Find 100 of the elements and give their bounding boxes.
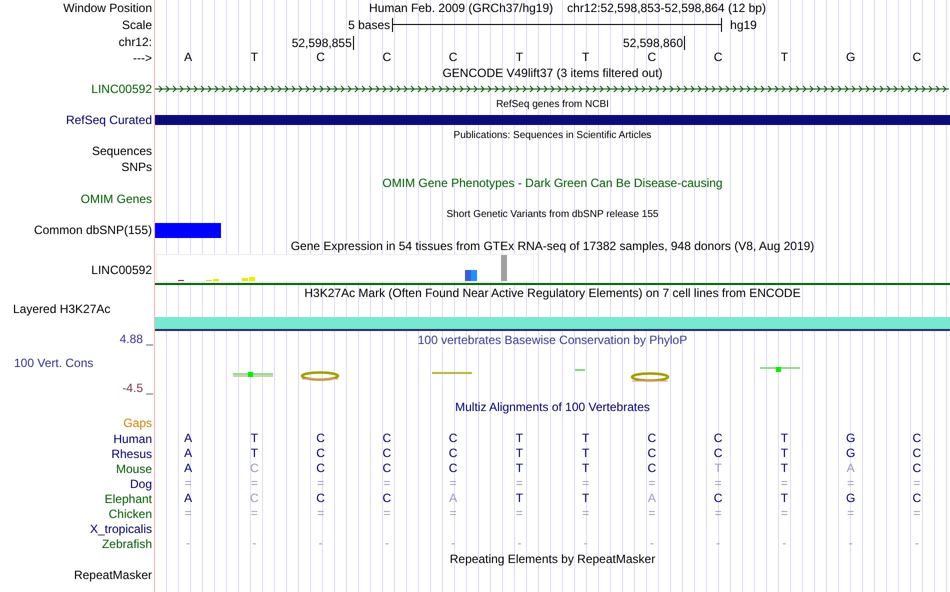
aligned-base: =	[514, 476, 524, 491]
aligned-base: =	[316, 506, 326, 521]
aligned-base: =	[846, 476, 856, 491]
track-label[interactable]: 100 Vert. Cons	[0, 356, 94, 370]
track-title: GENCODE V49lift37 (3 items filtered out)	[442, 66, 663, 80]
track-label[interactable]: X_tropicalis	[90, 522, 152, 536]
track-label[interactable]: Sequences	[92, 144, 152, 158]
aligned-base: C	[912, 461, 922, 476]
track-label[interactable]: RefSeq Curated	[66, 113, 152, 127]
aligned-base: C	[646, 431, 658, 446]
track-title: Multiz Alignments of 100 Vertebrates	[455, 400, 650, 414]
track-title: Repeating Elements by RepeatMasker	[450, 552, 656, 566]
track-label[interactable]: Layered H3K27Ac	[13, 302, 110, 316]
aligned-base: C	[315, 491, 326, 506]
base-letter: C	[315, 50, 326, 65]
track-label[interactable]: Elephant	[104, 492, 152, 506]
aligned-base: C	[912, 446, 922, 461]
track-label[interactable]: chr12:	[118, 34, 152, 48]
aligned-base: -	[914, 536, 920, 551]
aligned-base: T	[514, 431, 524, 446]
aligned-base: =	[184, 476, 193, 491]
aligned-base: T	[780, 446, 790, 461]
aligned-base: C	[712, 491, 724, 506]
track-label[interactable]: Zebrafish	[102, 536, 152, 550]
aligned-base: T	[250, 446, 260, 461]
track-title: RefSeq genes from NCBI	[496, 98, 609, 112]
aligned-base: A	[183, 446, 194, 461]
aligned-base: C	[382, 461, 392, 476]
aligned-base: C	[712, 431, 724, 446]
aligned-base: G	[844, 446, 856, 461]
base-letter: T	[580, 50, 590, 65]
aligned-base: =	[514, 506, 524, 521]
aligned-base: A	[646, 491, 657, 506]
signal-bar[interactable]	[155, 317, 950, 329]
base-letter: C	[382, 50, 392, 65]
aligned-base: T	[514, 461, 524, 476]
aligned-base: C	[912, 431, 922, 446]
aligned-base: C	[448, 461, 458, 476]
track-label[interactable]: Mouse	[116, 462, 152, 476]
aligned-base: C	[315, 461, 326, 476]
aligned-base: C	[712, 446, 724, 461]
base-letter: C	[646, 50, 658, 65]
track-label[interactable]: LINC00592	[91, 262, 152, 276]
aligned-base: T	[780, 461, 790, 476]
aligned-base: =	[647, 476, 656, 491]
base-letter: A	[183, 50, 194, 65]
aligned-base: =	[912, 476, 922, 491]
aligned-base: T	[780, 431, 790, 446]
assembly-title: Human Feb. 2009 (GRCh37/hg19)	[369, 0, 554, 16]
track-label[interactable]: Window Position	[63, 1, 152, 15]
aligned-base: =	[448, 476, 458, 491]
track-label[interactable]: SNPs	[121, 160, 152, 174]
base-letter: C	[712, 50, 724, 65]
aligned-base: C	[315, 431, 326, 446]
aligned-base: C	[315, 446, 326, 461]
aligned-base: -	[185, 536, 192, 551]
aligned-base: -	[648, 536, 655, 551]
aligned-base: C	[646, 461, 658, 476]
tick-label: 52,598,855	[292, 36, 354, 50]
aligned-base: =	[184, 506, 193, 521]
track-label[interactable]: --->	[133, 50, 152, 64]
aligned-base: C	[912, 491, 922, 506]
aligned-base: A	[846, 461, 856, 476]
track-label[interactable]: OMIM Genes	[80, 192, 152, 206]
aligned-base: =	[250, 506, 259, 521]
axis-min-label: -4.5 _	[122, 381, 154, 395]
track-label[interactable]: Human	[113, 432, 152, 446]
track-label[interactable]: Chicken	[108, 506, 152, 520]
position-text: chr12:52,598,853-52,598,864 (12 bp)	[567, 0, 766, 16]
track-label[interactable]: Rhesus	[111, 446, 152, 460]
track-label[interactable]: Common dbSNP(155)	[34, 223, 152, 237]
aligned-base: =	[780, 506, 789, 521]
aligned-base: -	[251, 536, 258, 551]
aligned-base: -	[582, 536, 589, 551]
track-label[interactable]: Dog	[130, 476, 152, 490]
aligned-base: A	[183, 461, 194, 476]
track-label[interactable]: Scale	[122, 18, 152, 32]
aligned-base: T	[514, 491, 524, 506]
aligned-base: A	[183, 431, 194, 446]
aligned-base: =	[382, 476, 392, 491]
aligned-base: =	[714, 476, 723, 491]
variant-bar[interactable]	[155, 222, 221, 238]
aligned-base: C	[249, 461, 260, 476]
track-title: 100 vertebrates Basewise Conservation by PhyloP	[418, 333, 688, 347]
base-letter: T	[250, 50, 260, 65]
aligned-base: C	[382, 446, 392, 461]
scale-text: 5 bases	[348, 18, 390, 32]
aligned-base: =	[647, 506, 656, 521]
aligned-base: =	[448, 506, 458, 521]
gene-bar[interactable]	[155, 115, 950, 125]
track-label[interactable]: RepeatMasker	[74, 568, 152, 582]
aligned-base: -	[715, 536, 722, 551]
track-title: H3K27Ac Mark (Often Found Near Active Regulatory Elements) on 7 cell lines from ENCODE	[304, 286, 801, 300]
track-label[interactable]: LINC00592	[91, 82, 152, 96]
base-letter: C	[912, 50, 922, 65]
aligned-base: T	[514, 446, 524, 461]
base-letter: G	[844, 50, 856, 65]
aligned-base: -	[318, 536, 324, 551]
aligned-base: C	[448, 431, 458, 446]
aligned-base: =	[912, 506, 922, 521]
